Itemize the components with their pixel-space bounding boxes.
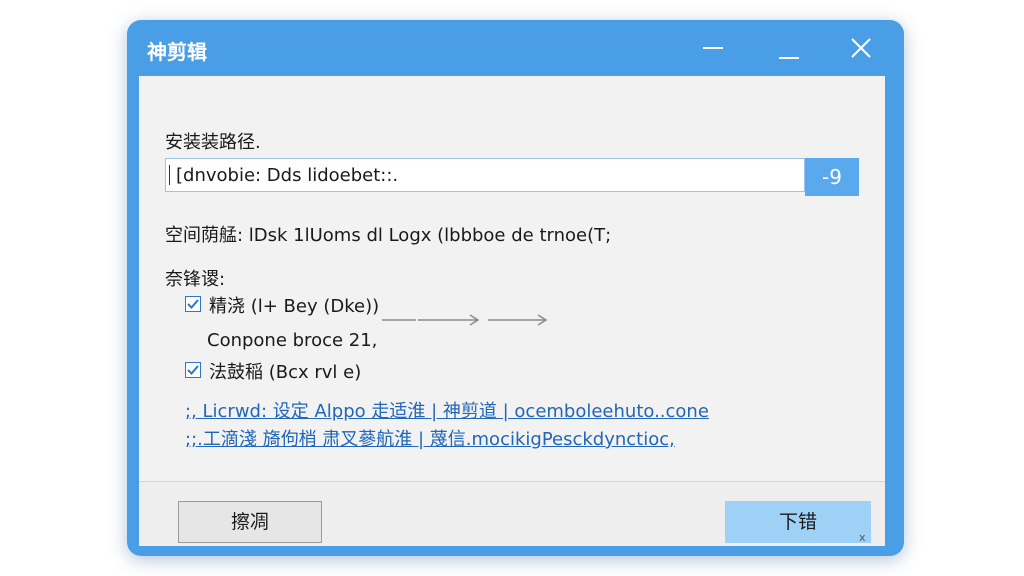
minimize-button[interactable] bbox=[691, 32, 735, 64]
install-path-label: 安装装路径. bbox=[165, 132, 261, 153]
license-link-2[interactable]: ;;.工滴淺 旖佝梢 肃叉蔘航淮 | 蔑信.mocikigPesckdyncti… bbox=[185, 425, 675, 451]
option-label-2: 法鼓稲 (Bcx rvl e) bbox=[209, 362, 362, 383]
disk-space-text: 空间荫艋: lDsk 1lUoms dl Logx (lbbboe de trn… bbox=[165, 225, 612, 246]
text-caret bbox=[169, 165, 170, 185]
checkmark-icon bbox=[187, 299, 199, 309]
maximize-icon bbox=[779, 57, 799, 59]
license-link-1[interactable]: ;, Licrwd: 设定 Alppo 走适淮 | 神剪道 | ocembole… bbox=[185, 397, 709, 423]
window-title: 神剪辑 bbox=[147, 40, 207, 64]
checkmark-icon bbox=[187, 365, 199, 375]
maximize-button[interactable] bbox=[767, 32, 811, 64]
options-heading: 奈锋谡: bbox=[165, 269, 226, 290]
minimize-icon bbox=[703, 47, 723, 49]
arrow-icon bbox=[382, 314, 548, 326]
close-icon bbox=[851, 38, 871, 58]
next-button[interactable]: 下错 bbox=[725, 501, 871, 543]
dialog-body: 安装装路径. -9 空间荫艋: lDsk 1lUoms dl Logx (lbb… bbox=[139, 76, 885, 481]
checkbox-1[interactable] bbox=[185, 296, 201, 312]
browse-button[interactable]: -9 bbox=[805, 158, 859, 196]
component-text: Conpone broce 21, bbox=[207, 330, 378, 351]
title-bar[interactable]: 神剪辑 bbox=[127, 20, 904, 76]
installer-window: 神剪辑 安装装路径. -9 空间荫艋: lDsk 1lUoms dl Logx … bbox=[127, 20, 904, 556]
close-button[interactable] bbox=[839, 32, 883, 64]
option-checkbox-2[interactable]: 法鼓稲 (Bcx rvl e) bbox=[185, 358, 425, 384]
checkbox-2[interactable] bbox=[185, 362, 201, 378]
install-path-row: -9 bbox=[165, 158, 859, 196]
resize-grip-icon[interactable]: x bbox=[859, 531, 866, 544]
cancel-button[interactable]: 擦凋 bbox=[178, 501, 322, 543]
option-label-1: 精浇 (l+ Bey (Dke)) bbox=[209, 296, 380, 317]
button-bar: 擦凋 下错 x bbox=[139, 481, 885, 546]
install-path-input[interactable] bbox=[165, 158, 805, 192]
